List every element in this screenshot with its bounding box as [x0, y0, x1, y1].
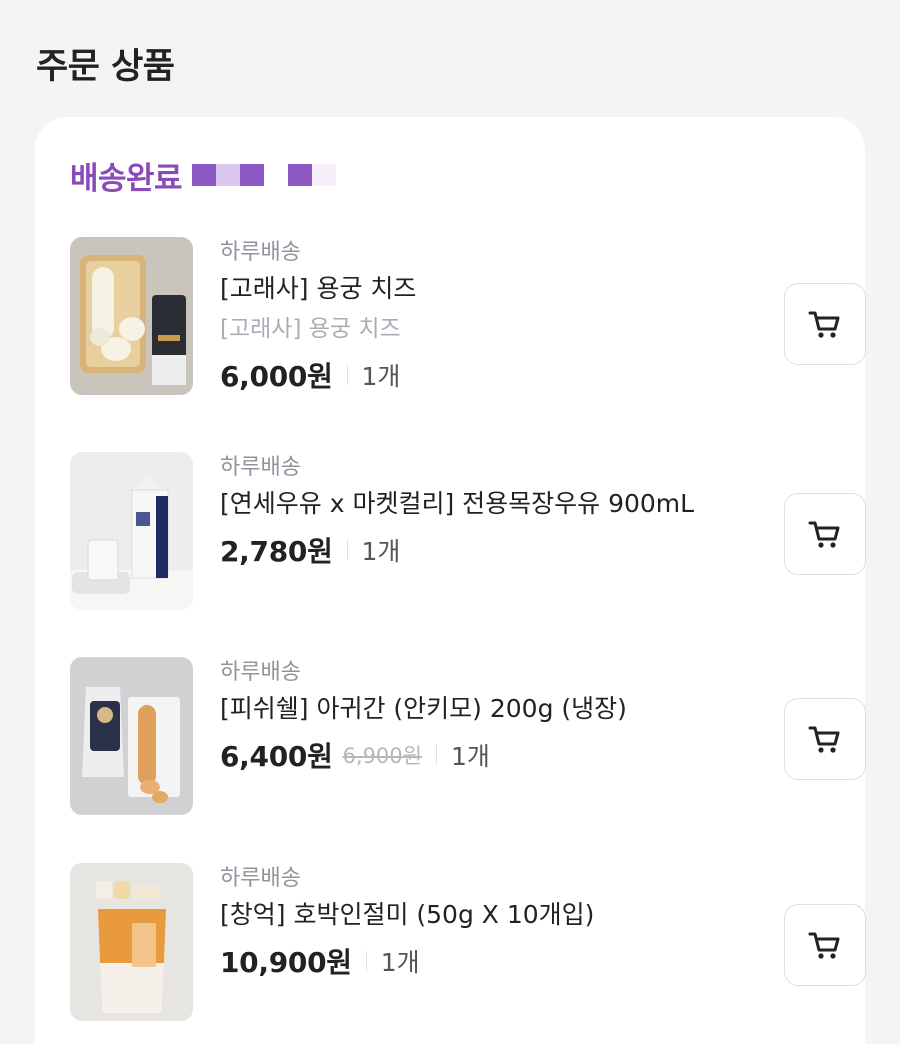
price-row: 6,000원 1개	[220, 353, 740, 397]
delivery-type: 하루배송	[220, 240, 301, 265]
product-name[interactable]: [고래사] 용궁 치즈	[220, 271, 740, 313]
quantity: 1개	[380, 948, 420, 977]
mosaic-block	[216, 164, 241, 186]
add-to-cart-button[interactable]	[784, 283, 866, 365]
censored-date-mosaic	[192, 164, 337, 186]
price-row: 2,780원 1개	[220, 528, 740, 572]
add-to-cart-button[interactable]	[784, 698, 866, 780]
product-name[interactable]: [연세우유 x 마켓컬리] 전용목장우유 900mL	[220, 486, 740, 528]
order-item[interactable]: 하루배송 [창억] 호박인절미 (50g X 10개입) 10,900원 1개	[70, 863, 866, 1023]
milk-image	[70, 452, 193, 610]
page-title: 주문 상품	[36, 47, 175, 87]
divider	[365, 951, 367, 971]
quantity: 1개	[361, 362, 401, 391]
mosaic-block	[264, 164, 289, 186]
add-to-cart-button[interactable]	[784, 904, 866, 986]
cheese-image	[70, 237, 193, 395]
cart-icon	[808, 932, 840, 959]
cart-icon	[808, 726, 840, 753]
divider	[435, 745, 437, 765]
item-info: 하루배송 [연세우유 x 마켓컬리] 전용목장우유 900mL 2,780원 1…	[220, 452, 740, 572]
item-info: 하루배송 [창억] 호박인절미 (50g X 10개입) 10,900원 1개	[220, 863, 740, 983]
monkfish-liver-image	[70, 657, 193, 815]
divider	[346, 540, 348, 560]
product-name[interactable]: [피쉬쉘] 아귀간 (안키모) 200g (냉장)	[220, 691, 740, 733]
mosaic-block	[192, 164, 217, 186]
mosaic-block	[240, 164, 265, 186]
item-info: 하루배송 [피쉬쉘] 아귀간 (안키모) 200g (냉장) 6,400원 6,…	[220, 657, 740, 777]
order-item[interactable]: 하루배송 [고래사] 용궁 치즈 [고래사] 용궁 치즈 6,000원 1개	[70, 237, 866, 397]
product-image-cheese[interactable]	[70, 237, 193, 395]
order-item[interactable]: 하루배송 [피쉬쉘] 아귀간 (안키모) 200g (냉장) 6,400원 6,…	[70, 657, 866, 817]
item-info: 하루배송 [고래사] 용궁 치즈 [고래사] 용궁 치즈 6,000원 1개	[220, 237, 740, 397]
price-row: 6,400원 6,900원 1개	[220, 733, 740, 777]
cart-icon	[808, 521, 840, 548]
product-name[interactable]: [창억] 호박인절미 (50g X 10개입)	[220, 897, 740, 939]
price: 10,900원	[220, 946, 352, 979]
price: 6,000원	[220, 360, 333, 393]
delivery-type: 하루배송	[220, 660, 301, 685]
product-image-milk[interactable]	[70, 452, 193, 610]
order-item[interactable]: 하루배송 [연세우유 x 마켓컬리] 전용목장우유 900mL 2,780원 1…	[70, 452, 866, 612]
price-row: 10,900원 1개	[220, 939, 740, 983]
delivery-type: 하루배송	[220, 866, 301, 891]
price: 6,400원	[220, 740, 333, 773]
divider	[346, 365, 348, 385]
quantity: 1개	[450, 742, 490, 771]
delivery-type: 하루배송	[220, 455, 301, 480]
product-image-injeolmi[interactable]	[70, 863, 193, 1021]
cart-icon	[808, 311, 840, 338]
add-to-cart-button[interactable]	[784, 493, 866, 575]
product-image-monkfish-liver[interactable]	[70, 657, 193, 815]
mosaic-block	[312, 164, 337, 186]
mosaic-block	[288, 164, 313, 186]
product-option: [고래사] 용궁 치즈	[220, 316, 401, 342]
original-price: 6,900원	[342, 744, 422, 768]
order-card: 배송완료 하루배송 [고래사] 용궁 치즈 [고래사] 용궁 치즈 6,000원…	[35, 117, 866, 1044]
delivery-status-label: 배송완료	[70, 160, 183, 197]
price: 2,780원	[220, 535, 333, 568]
quantity: 1개	[361, 537, 401, 566]
order-status-row: 배송완료	[70, 155, 337, 197]
injeolmi-image	[70, 863, 193, 1021]
